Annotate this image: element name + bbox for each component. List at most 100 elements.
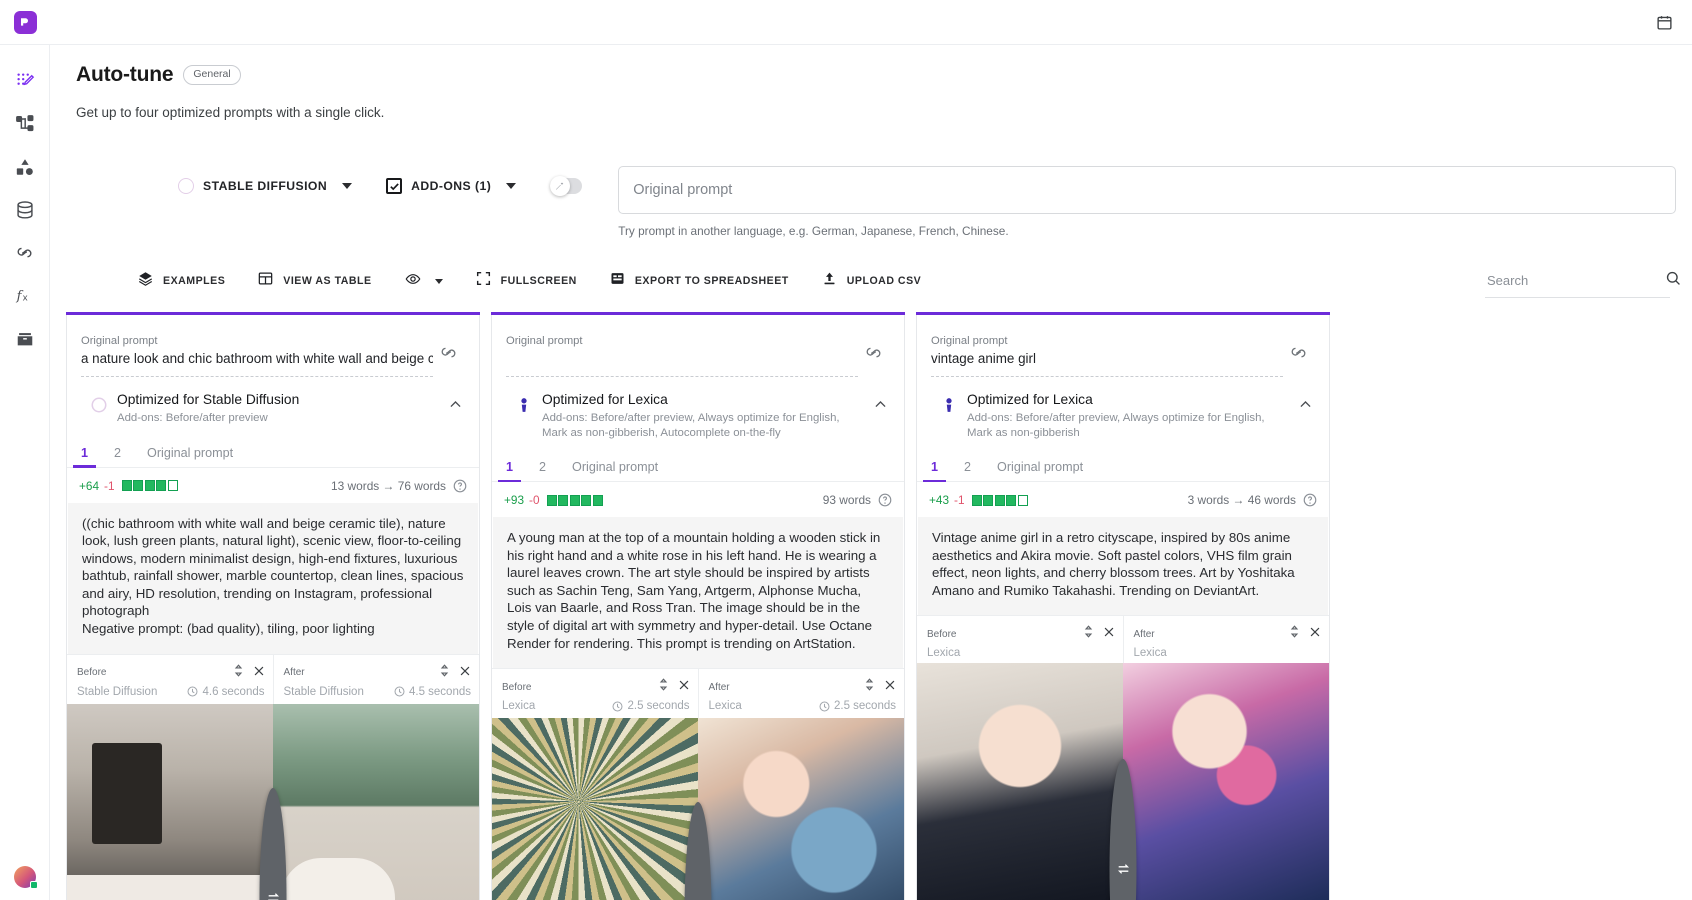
optimized-title: Optimized for Stable Diffusion — [117, 391, 443, 409]
help-icon[interactable] — [1303, 493, 1317, 507]
lexica-badge-icon — [506, 391, 542, 415]
resize-icon[interactable] — [864, 678, 875, 696]
result-card: Original prompt a nature look and chic b… — [66, 312, 480, 900]
chevron-down-icon — [506, 183, 516, 189]
chevron-up-icon[interactable] — [443, 391, 467, 412]
original-prompt-value[interactable]: a nature look and chic bathroom with whi… — [81, 351, 433, 370]
resize-icon[interactable] — [1083, 625, 1094, 643]
app-logo[interactable] — [0, 0, 50, 45]
help-icon[interactable] — [878, 493, 892, 507]
lexica-badge-icon — [931, 391, 967, 415]
variant-tab-original[interactable]: Original prompt — [997, 460, 1083, 481]
after-image[interactable] — [1123, 663, 1329, 900]
variant-tab-2[interactable]: 2 — [964, 460, 971, 481]
sidebar-item-prompt-editor[interactable] — [0, 59, 50, 102]
resize-icon[interactable] — [1289, 625, 1300, 643]
toolbar-examples-button[interactable]: EXAMPLES — [138, 266, 225, 296]
search-box — [1485, 264, 1670, 298]
variant-tab-1[interactable]: 1 — [931, 460, 938, 481]
score-positive: +93 — [504, 493, 524, 507]
sidebar-item-shapes[interactable] — [0, 145, 50, 188]
original-prompt-input[interactable] — [618, 166, 1676, 214]
auto-tune-toggle[interactable] — [550, 166, 582, 206]
close-icon[interactable] — [1103, 625, 1115, 643]
variant-tab-2[interactable]: 2 — [114, 446, 121, 467]
toolbar-view-as-table-label: VIEW AS TABLE — [283, 275, 371, 287]
close-icon[interactable] — [678, 678, 690, 696]
after-duration-text: 4.5 seconds — [409, 686, 471, 698]
before-duration: 4.6 seconds — [187, 686, 264, 698]
before-image[interactable] — [917, 663, 1123, 900]
prompt-input-wrapper: Try prompt in another language, e.g. Ger… — [618, 166, 1692, 238]
close-icon[interactable] — [459, 664, 471, 682]
addons-selector[interactable]: ADD-ONS (1) — [386, 166, 516, 206]
optimize-icon[interactable] — [1283, 334, 1313, 363]
toolbar-view-as-table-button[interactable]: VIEW AS TABLE — [258, 266, 371, 296]
before-image[interactable] — [492, 718, 698, 900]
after-image[interactable] — [698, 718, 904, 900]
toolbar-upload-csv-button[interactable]: UPLOAD CSV — [822, 266, 921, 296]
variant-tab-2[interactable]: 2 — [539, 460, 546, 481]
calendar-icon[interactable] — [1650, 8, 1678, 36]
toolbar-fullscreen-label: FULLSCREEN — [501, 275, 577, 287]
sidebar-item-workflow[interactable] — [0, 102, 50, 145]
before-after-headers: Before Lexica 2.5 seconds — [492, 668, 904, 718]
help-icon[interactable] — [453, 479, 467, 493]
chevron-up-icon[interactable] — [1293, 391, 1317, 412]
original-prompt-value[interactable]: vintage anime girl — [931, 351, 1283, 370]
optimize-icon[interactable] — [433, 334, 463, 363]
status-indicator — [30, 881, 38, 889]
variant-tab-original[interactable]: Original prompt — [572, 460, 658, 481]
controls-row: STABLE DIFFUSION ADD-ONS (1) — [50, 120, 1692, 238]
spreadsheet-icon — [610, 271, 625, 291]
original-prompt-label: Original prompt — [506, 334, 858, 348]
resize-icon[interactable] — [439, 664, 450, 682]
optimized-prompt-body: ((chic bathroom with white wall and beig… — [68, 503, 478, 654]
original-prompt-value[interactable] — [506, 351, 858, 370]
sidebar-item-functions[interactable]: f x — [0, 274, 50, 317]
sidebar-item-api[interactable] — [0, 231, 50, 274]
resize-icon[interactable] — [658, 678, 669, 696]
sidebar-item-archive[interactable] — [0, 317, 50, 360]
close-icon[interactable] — [253, 664, 265, 682]
search-input[interactable] — [1485, 272, 1665, 289]
action-toolbar: EXAMPLES VIEW AS TABLE FULLSCREEN — [50, 266, 1692, 296]
word-count: 3 words → 46 words — [1188, 493, 1296, 507]
resize-icon[interactable] — [233, 664, 244, 682]
model-radio-icon — [178, 178, 194, 194]
upload-icon — [822, 271, 837, 291]
promptperfect-logo-icon — [14, 11, 37, 34]
optimized-title: Optimized for Lexica — [542, 391, 868, 409]
original-prompt-label: Original prompt — [81, 334, 433, 348]
after-image[interactable] — [273, 704, 479, 900]
original-prompt-row: Original prompt a nature look and chic b… — [67, 312, 479, 377]
divider — [931, 376, 1283, 377]
search-icon[interactable] — [1665, 270, 1682, 292]
close-icon[interactable] — [884, 678, 896, 696]
model-selector[interactable]: STABLE DIFFUSION — [178, 166, 352, 206]
chevron-up-icon[interactable] — [868, 391, 892, 412]
after-model: Stable Diffusion — [284, 686, 364, 698]
before-after-images — [492, 718, 904, 900]
toolbar-visibility-button[interactable] — [405, 266, 443, 296]
addons-selector-label: ADD-ONS (1) — [411, 179, 491, 193]
variant-tab-1[interactable]: 1 — [81, 446, 88, 467]
variant-tab-1[interactable]: 1 — [506, 460, 513, 481]
score-row: +43 -1 3 words → 46 words — [917, 482, 1329, 517]
results-grid: Original prompt a nature look and chic b… — [50, 312, 1692, 900]
fullscreen-icon — [476, 271, 491, 291]
checkbox-icon — [386, 178, 402, 194]
user-avatar[interactable] — [14, 866, 36, 888]
top-bar — [0, 0, 1692, 45]
toolbar-fullscreen-button[interactable]: FULLSCREEN — [476, 266, 577, 296]
close-icon[interactable] — [1309, 625, 1321, 643]
variant-tab-original[interactable]: Original prompt — [147, 446, 233, 467]
toolbar-export-button[interactable]: EXPORT TO SPREADSHEET — [610, 266, 789, 296]
original-prompt-row: Original prompt vintage anime girl — [917, 312, 1329, 377]
before-model: Lexica — [502, 700, 535, 712]
optimize-icon[interactable] — [858, 334, 888, 363]
before-image[interactable] — [67, 704, 273, 900]
optimized-prompt-body: A young man at the top of a mountain hol… — [493, 517, 903, 668]
sidebar-item-database[interactable] — [0, 188, 50, 231]
score-meter — [122, 480, 178, 491]
